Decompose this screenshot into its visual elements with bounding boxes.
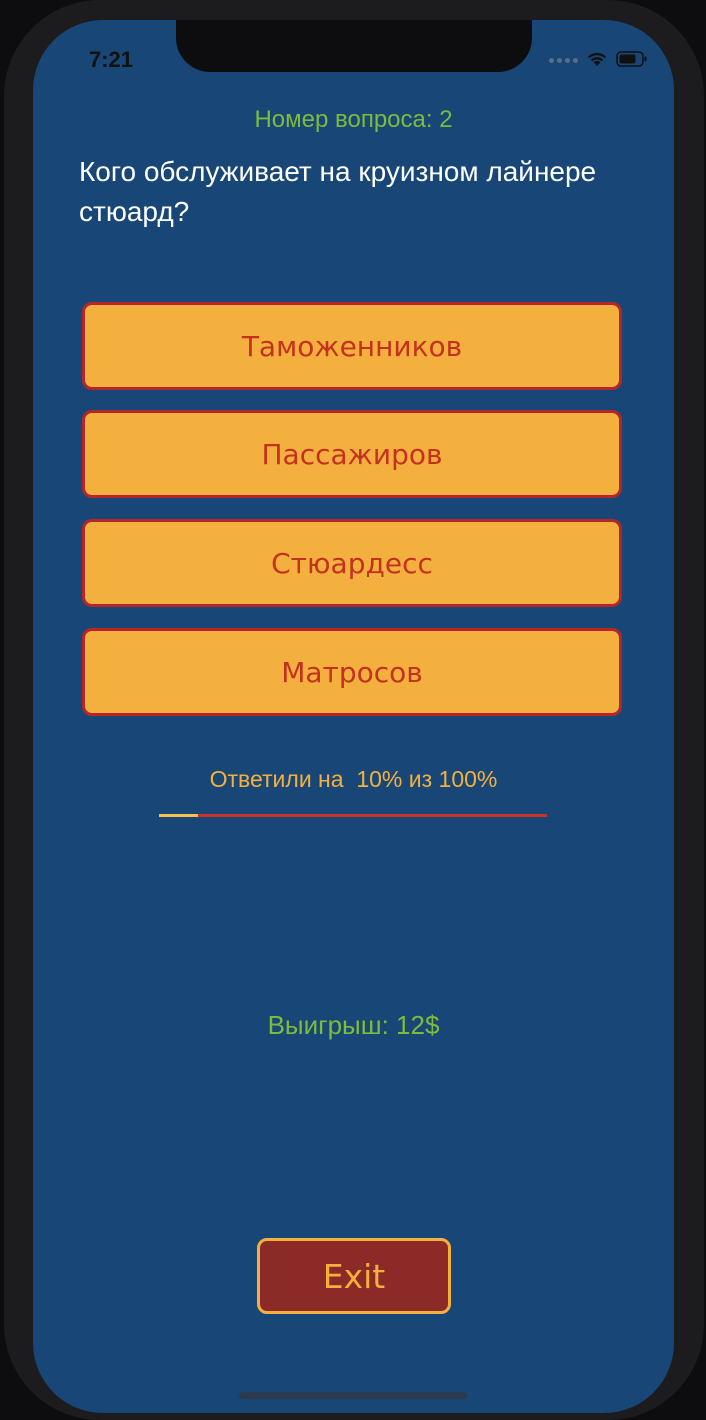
signal-dots-icon: [546, 50, 578, 68]
status-time: 7:21: [89, 47, 134, 72]
progress-bar: [159, 814, 547, 817]
question-text: Кого обслуживает на круизном лайнере стю…: [79, 156, 597, 227]
device-notch: [176, 20, 532, 72]
winnings-label: Выигрыш: 12$: [267, 1010, 440, 1040]
progress-bar-fill: [159, 814, 198, 817]
wifi-icon: [587, 52, 607, 66]
progress-label: Ответили на 10% из 100%: [209, 766, 498, 792]
status-icons: [546, 50, 648, 68]
question-number: Номер вопроса: 2: [254, 106, 453, 133]
exit-button[interactable]: Exit: [257, 1238, 451, 1314]
answer-button-2[interactable]: Пассажиров: [82, 410, 622, 498]
answer-button-3[interactable]: Стюардесс: [82, 519, 622, 607]
answer-button-1[interactable]: Таможенников: [82, 302, 622, 390]
home-indicator[interactable]: [239, 1392, 467, 1399]
battery-icon: [616, 51, 647, 67]
app-screen: 7:21 Номер вопроса: 2 Кого обслуживает н…: [33, 20, 674, 1413]
answer-button-4[interactable]: Матросов: [82, 628, 622, 716]
device-frame: 7:21 Номер вопроса: 2 Кого обслуживает н…: [0, 0, 706, 1420]
